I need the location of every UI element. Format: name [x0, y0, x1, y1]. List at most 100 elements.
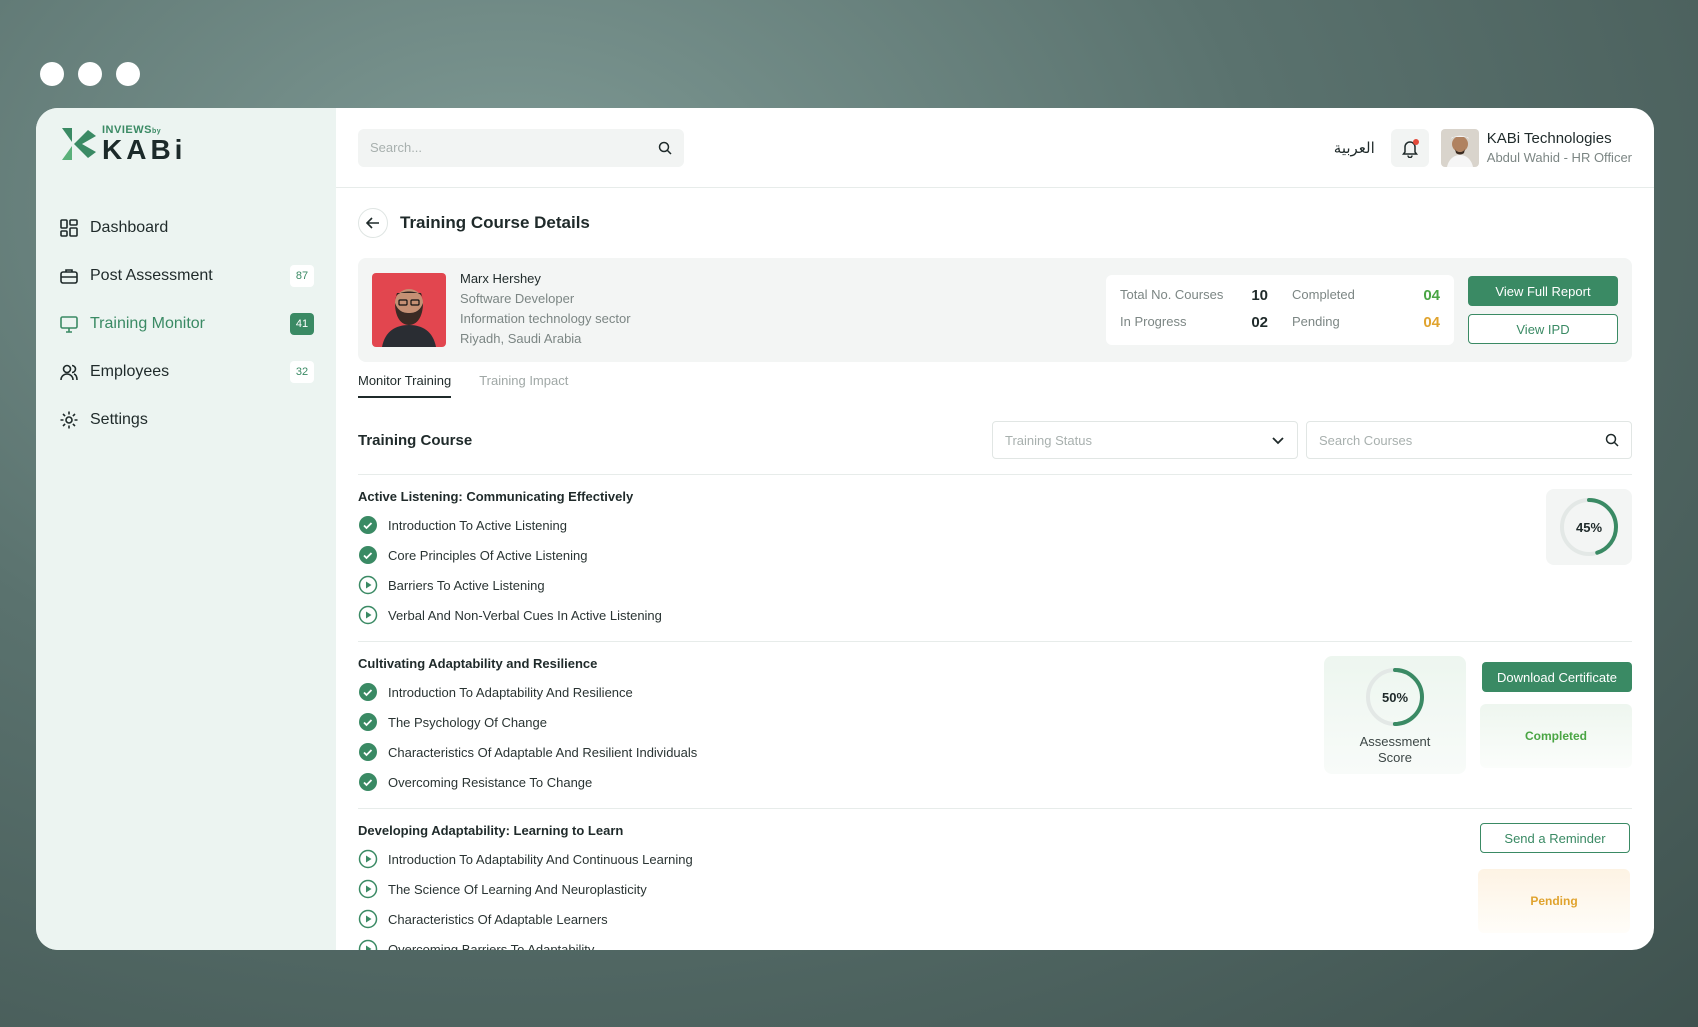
score-label: Assessment Score: [1359, 734, 1431, 765]
check-circle-icon: [359, 773, 377, 791]
course-section: Active Listening: Communicating Effectiv…: [358, 474, 1632, 641]
view-ipd-button[interactable]: View IPD: [1468, 314, 1618, 344]
lesson-item[interactable]: Barriers To Active Listening: [358, 570, 1632, 600]
lesson-label: Verbal And Non-Verbal Cues In Active Lis…: [388, 607, 662, 623]
count-badge: 87: [290, 265, 314, 287]
progress-value: 45%: [1576, 520, 1602, 535]
monitor-icon: [58, 313, 80, 335]
back-button[interactable]: [358, 208, 388, 238]
lesson-label: Core Principles Of Active Listening: [388, 547, 588, 563]
stat-value: 02: [1251, 314, 1268, 331]
lesson-label: Characteristics Of Adaptable Learners: [388, 911, 608, 927]
lesson-label: Overcoming Barriers To Adaptability: [388, 941, 595, 951]
search-placeholder: Search...: [370, 140, 423, 155]
stat-value: 04: [1423, 287, 1440, 304]
tab-training-impact[interactable]: Training Impact: [479, 372, 568, 408]
assessment-score: 50% Assessment Score: [1324, 656, 1466, 774]
lesson-item[interactable]: Introduction To Adaptability And Continu…: [358, 844, 1632, 874]
lesson-item[interactable]: Overcoming Barriers To Adaptability: [358, 934, 1632, 950]
lesson-item[interactable]: Characteristics Of Adaptable Learners: [358, 904, 1632, 934]
search-courses-input[interactable]: Search Courses: [1306, 421, 1632, 459]
status-badge: Pending: [1478, 869, 1630, 933]
lesson-item[interactable]: Verbal And Non-Verbal Cues In Active Lis…: [358, 600, 1632, 630]
sidebar-item-training-monitor[interactable]: Training Monitor 41: [58, 300, 314, 348]
briefcase-icon: [58, 265, 80, 287]
send-reminder-button[interactable]: Send a Reminder: [1480, 823, 1630, 853]
notification-dot: [1412, 138, 1419, 145]
score-value: 50%: [1382, 690, 1408, 705]
sidebar-item-post-assessment[interactable]: Post Assessment 87: [58, 252, 314, 300]
select-placeholder: Training Status: [1005, 432, 1092, 448]
download-certificate-button[interactable]: Download Certificate: [1482, 662, 1632, 692]
play-circle-icon: [358, 849, 378, 869]
sidebar: INVIEWSby KABi Dashboard Post Assessment…: [36, 108, 336, 950]
main-area: Search... العربية KABi Technologies Abdu…: [336, 108, 1654, 950]
play-circle-icon: [358, 605, 378, 625]
logo-main-text: KABi: [102, 133, 187, 165]
course-title: Active Listening: Communicating Effectiv…: [358, 489, 634, 504]
course-stats: Total No. Courses 10 Completed 04 In Progr…: [1106, 275, 1454, 345]
lesson-label: Barriers To Active Listening: [388, 577, 545, 593]
avatar[interactable]: [1440, 128, 1479, 167]
check-circle-icon: [359, 516, 377, 534]
employee-card: Marx Hershey Software Developer Informat…: [358, 258, 1632, 362]
status-badge: Completed: [1480, 704, 1632, 768]
lesson-item[interactable]: The Science Of Learning And Neuroplastic…: [358, 874, 1632, 904]
language-toggle[interactable]: العربية: [1334, 139, 1375, 157]
lesson-item[interactable]: Core Principles Of Active Listening: [358, 540, 1632, 570]
search-icon[interactable]: [658, 141, 672, 155]
check-circle-icon: [359, 713, 377, 731]
company-name: KABi Technologies: [1486, 130, 1612, 147]
employee-photo: [372, 273, 446, 347]
stat-completed: Completed 04: [1292, 287, 1440, 306]
training-status-select[interactable]: Training Status: [992, 421, 1298, 459]
view-full-report-button[interactable]: View Full Report: [1468, 276, 1618, 306]
notifications-button[interactable]: [1390, 128, 1429, 167]
sidebar-item-employees[interactable]: Employees 32: [58, 348, 314, 396]
sidebar-item-dashboard[interactable]: Dashboard: [58, 204, 314, 252]
window-controls: [40, 62, 140, 86]
sidebar-item-settings[interactable]: Settings: [58, 396, 314, 444]
check-circle-icon: [359, 743, 377, 761]
stat-value: 10: [1251, 287, 1268, 304]
play-circle-icon: [358, 909, 378, 929]
stat-label: Total No. Courses: [1120, 287, 1224, 302]
gear-icon: [58, 409, 80, 431]
lesson-item[interactable]: Introduction To Active Listening: [358, 510, 1632, 540]
stat-in-progress: In Progress 02: [1120, 314, 1268, 333]
app-window: INVIEWSby KABi Dashboard Post Assessment…: [36, 108, 1654, 950]
logo[interactable]: INVIEWSby KABi: [58, 124, 314, 164]
dashboard-icon: [58, 217, 80, 239]
tab-monitor-training[interactable]: Monitor Training: [358, 372, 452, 398]
employee-role: Software Developer: [460, 291, 575, 306]
content: Training Course Details Marx Hershey Sof…: [336, 188, 1654, 950]
play-circle-icon: [358, 575, 378, 595]
window-dot[interactable]: [78, 62, 102, 86]
employee-name: Marx Hershey: [460, 271, 541, 286]
search-input[interactable]: Search...: [358, 128, 684, 167]
lesson-label: Introduction To Active Listening: [388, 517, 567, 533]
progress-ring: 45%: [1546, 489, 1632, 565]
sidebar-item-label: Training Monitor: [90, 315, 206, 332]
stat-pending: Pending 04: [1292, 314, 1440, 333]
employee-location: Riyadh, Saudi Arabia: [460, 331, 582, 346]
window-dot[interactable]: [116, 62, 140, 86]
lesson-label: Overcoming Resistance To Change: [388, 774, 593, 790]
course-title: Developing Adaptability: Learning to Lea…: [358, 823, 624, 838]
lesson-label: The Psychology Of Change: [388, 714, 547, 730]
sidebar-item-label: Post Assessment: [90, 267, 213, 284]
stat-value: 04: [1423, 314, 1440, 331]
tab-bar: Monitor Training Training Impact: [358, 372, 1632, 408]
window-dot[interactable]: [40, 62, 64, 86]
search-icon[interactable]: [1605, 433, 1619, 447]
logo-icon: [62, 128, 96, 160]
sidebar-item-label: Employees: [90, 363, 170, 380]
stat-label: Completed: [1292, 287, 1355, 302]
course-section: Developing Adaptability: Learning to Lea…: [358, 808, 1632, 950]
page-title: Training Course Details: [400, 213, 590, 232]
lesson-label: Characteristics Of Adaptable And Resilie…: [388, 744, 698, 760]
lesson-label: Introduction To Adaptability And Resilie…: [388, 684, 633, 700]
check-circle-icon: [359, 683, 377, 701]
user-role: Abdul Wahid - HR Officer: [1486, 150, 1632, 165]
count-badge: 41: [290, 313, 314, 335]
